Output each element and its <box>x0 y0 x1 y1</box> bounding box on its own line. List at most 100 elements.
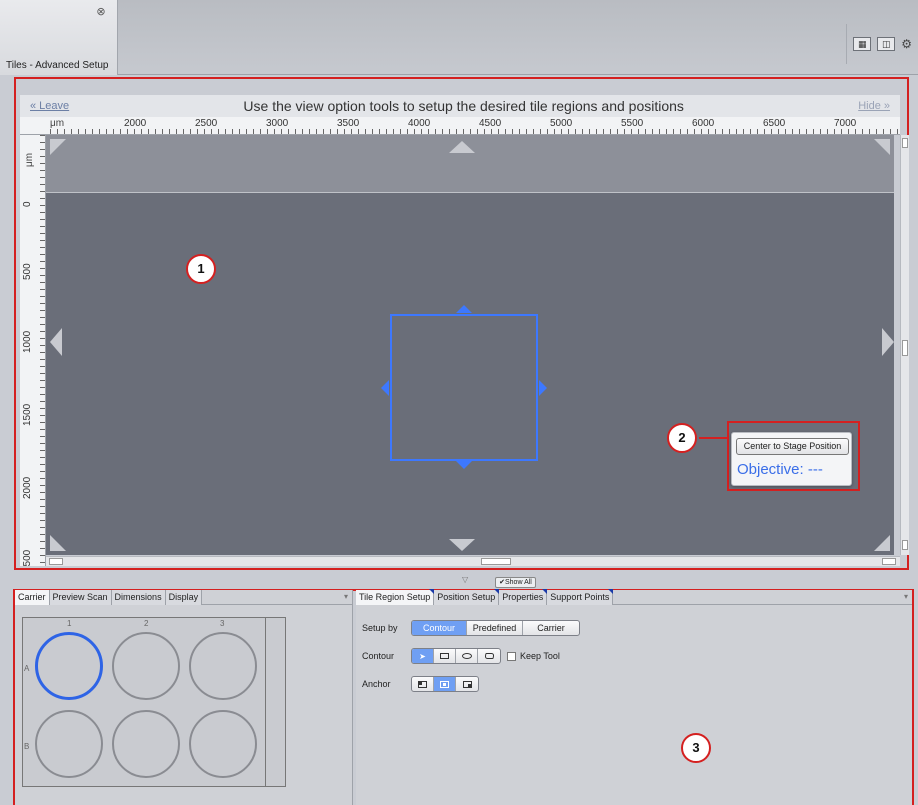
resize-handle-right[interactable] <box>539 380 547 396</box>
document-tab[interactable]: ⊗ Tiles - Advanced Setup <box>0 0 118 75</box>
scroll-up-button[interactable] <box>902 138 908 148</box>
leave-link[interactable]: « Leave <box>30 100 69 112</box>
pan-right-arrow-icon[interactable] <box>882 328 894 356</box>
hide-link[interactable]: Hide » <box>858 100 890 112</box>
top-bar: ⊗ Tiles - Advanced Setup ▦ ◫ ⚙ <box>0 0 918 75</box>
well-a1[interactable] <box>35 632 103 700</box>
ruler-tick-label: 4500 <box>479 118 502 129</box>
ruler-ticks <box>50 129 900 134</box>
show-all-button[interactable]: ✔Show All <box>495 577 536 588</box>
panel-menu-icon[interactable]: ▾ <box>340 590 352 604</box>
center-to-stage-button[interactable]: Center to Stage Position <box>736 438 849 455</box>
setup-by-selector: Contour Predefined Carrier <box>411 620 580 636</box>
horizontal-ruler: μm 2000 2500 3000 3500 4000 4500 5000 5500 6000 6… <box>20 117 900 135</box>
row-label: B <box>24 742 30 751</box>
ruler-tick-label: 2500 <box>22 549 33 566</box>
scroll-right-button[interactable] <box>882 558 896 565</box>
view-hint: Use the view option tools to setup the d… <box>243 98 684 114</box>
view-toolbar: ▦ ◫ ⚙ <box>846 24 912 64</box>
contour-tools: ➤ <box>411 648 501 664</box>
close-circle-icon[interactable]: ⊗ <box>94 5 108 19</box>
grid-view-icon[interactable]: ▦ <box>853 37 872 51</box>
pointer-icon[interactable]: ➤ <box>412 649 434 663</box>
setup-by-predefined-button[interactable]: Predefined <box>467 621 523 635</box>
well-a3[interactable] <box>189 632 257 700</box>
ruler-tick-label: 2000 <box>124 118 147 129</box>
ruler-tick-label: 3000 <box>266 118 289 129</box>
resize-handle-left[interactable] <box>381 380 389 396</box>
well-b1[interactable] <box>35 710 103 778</box>
stage-position-popup: Center to Stage Position Objective: --- <box>731 432 852 486</box>
scroll-thumb[interactable] <box>902 340 908 356</box>
split-view-icon[interactable]: ◫ <box>877 37 896 51</box>
tab-properties[interactable]: Properties <box>499 589 548 605</box>
callout-badge-3: 3 <box>681 733 711 763</box>
tab-display[interactable]: Display <box>165 590 203 605</box>
setup-controls: Setup by Contour Predefined Carrier Cont… <box>362 620 580 704</box>
corner-bottomright-icon[interactable] <box>874 535 890 551</box>
well-plate-sidebar <box>266 617 286 787</box>
vertical-scrollbar[interactable] <box>900 135 909 555</box>
pan-up-arrow-icon[interactable] <box>449 141 475 153</box>
column-label: 1 <box>67 619 72 628</box>
setup-by-contour-button[interactable]: Contour <box>412 621 467 635</box>
rectangle-icon[interactable] <box>434 649 456 663</box>
well-b3[interactable] <box>189 710 257 778</box>
tab-support-points[interactable]: Support Points <box>547 589 614 605</box>
tab-label: Support Points <box>550 592 610 602</box>
panel-menu-icon[interactable]: ▾ <box>900 590 912 604</box>
objective-readout: Objective: --- <box>737 461 823 478</box>
tab-preview-scan[interactable]: Preview Scan <box>49 590 112 605</box>
keep-tool-checkbox[interactable] <box>507 651 516 661</box>
anchor-bottomright-icon[interactable] <box>456 677 478 691</box>
tile-canvas[interactable] <box>46 135 894 555</box>
scroll-thumb[interactable] <box>481 558 511 565</box>
tab-carrier[interactable]: Carrier <box>15 590 50 605</box>
setup-tabs: Tile Region Setup Position Setup Propert… <box>356 589 912 605</box>
scroll-left-button[interactable] <box>49 558 63 565</box>
view-header: « Leave Use the view option tools to set… <box>20 95 900 117</box>
scroll-down-button[interactable] <box>902 540 908 550</box>
corner-bottomleft-icon[interactable] <box>50 535 66 551</box>
well-b2[interactable] <box>112 710 180 778</box>
ruler-tick-label: 4000 <box>408 118 431 129</box>
anchor-topleft-icon[interactable] <box>412 677 434 691</box>
ellipse-icon[interactable] <box>456 649 478 663</box>
show-all-label: Show All <box>505 579 532 586</box>
corner-topright-icon[interactable] <box>874 139 890 155</box>
ruler-tick-label: 5000 <box>550 118 573 129</box>
callout-badge-1: 1 <box>186 254 216 284</box>
column-label: 3 <box>220 619 225 628</box>
ruler-tick-label: 6000 <box>692 118 715 129</box>
tab-tile-region-setup[interactable]: Tile Region Setup <box>356 589 435 605</box>
tab-label: Tile Region Setup <box>359 592 431 602</box>
horizontal-scrollbar[interactable] <box>46 556 900 566</box>
well-a2[interactable] <box>112 632 180 700</box>
gear-icon[interactable]: ⚙ <box>901 37 912 51</box>
tab-dimensions[interactable]: Dimensions <box>111 590 166 605</box>
keep-tool-label: Keep Tool <box>520 651 560 661</box>
collapse-icon[interactable]: ▽ <box>462 575 468 584</box>
anchor-label: Anchor <box>362 679 391 689</box>
tile-setup-panel: Tile Region Setup Position Setup Propert… <box>356 589 912 805</box>
ruler-tick-label: 5500 <box>621 118 644 129</box>
ruler-unit: μm <box>50 118 65 129</box>
tab-label: Properties <box>502 592 544 602</box>
pan-down-arrow-icon[interactable] <box>449 539 475 551</box>
contour-label: Contour <box>362 651 395 661</box>
ruler-tick-label: 1500 <box>22 403 33 426</box>
anchor-center-icon[interactable] <box>434 677 456 691</box>
pan-left-arrow-icon[interactable] <box>50 328 62 356</box>
ruler-tick-label: 1000 <box>22 330 33 353</box>
ruler-tick-label: 2000 <box>22 476 33 499</box>
corner-topleft-icon[interactable] <box>50 139 66 155</box>
column-label: 2 <box>144 619 149 628</box>
tab-position-setup[interactable]: Position Setup <box>434 589 500 605</box>
resize-handle-top[interactable] <box>456 305 472 313</box>
setup-by-carrier-button[interactable]: Carrier <box>523 621 579 635</box>
ruler-tick-label: 2500 <box>195 118 218 129</box>
polygon-icon[interactable] <box>478 649 500 663</box>
resize-handle-bottom[interactable] <box>456 461 472 469</box>
tile-region-box[interactable] <box>390 314 538 461</box>
callout-leader-line <box>699 437 727 439</box>
